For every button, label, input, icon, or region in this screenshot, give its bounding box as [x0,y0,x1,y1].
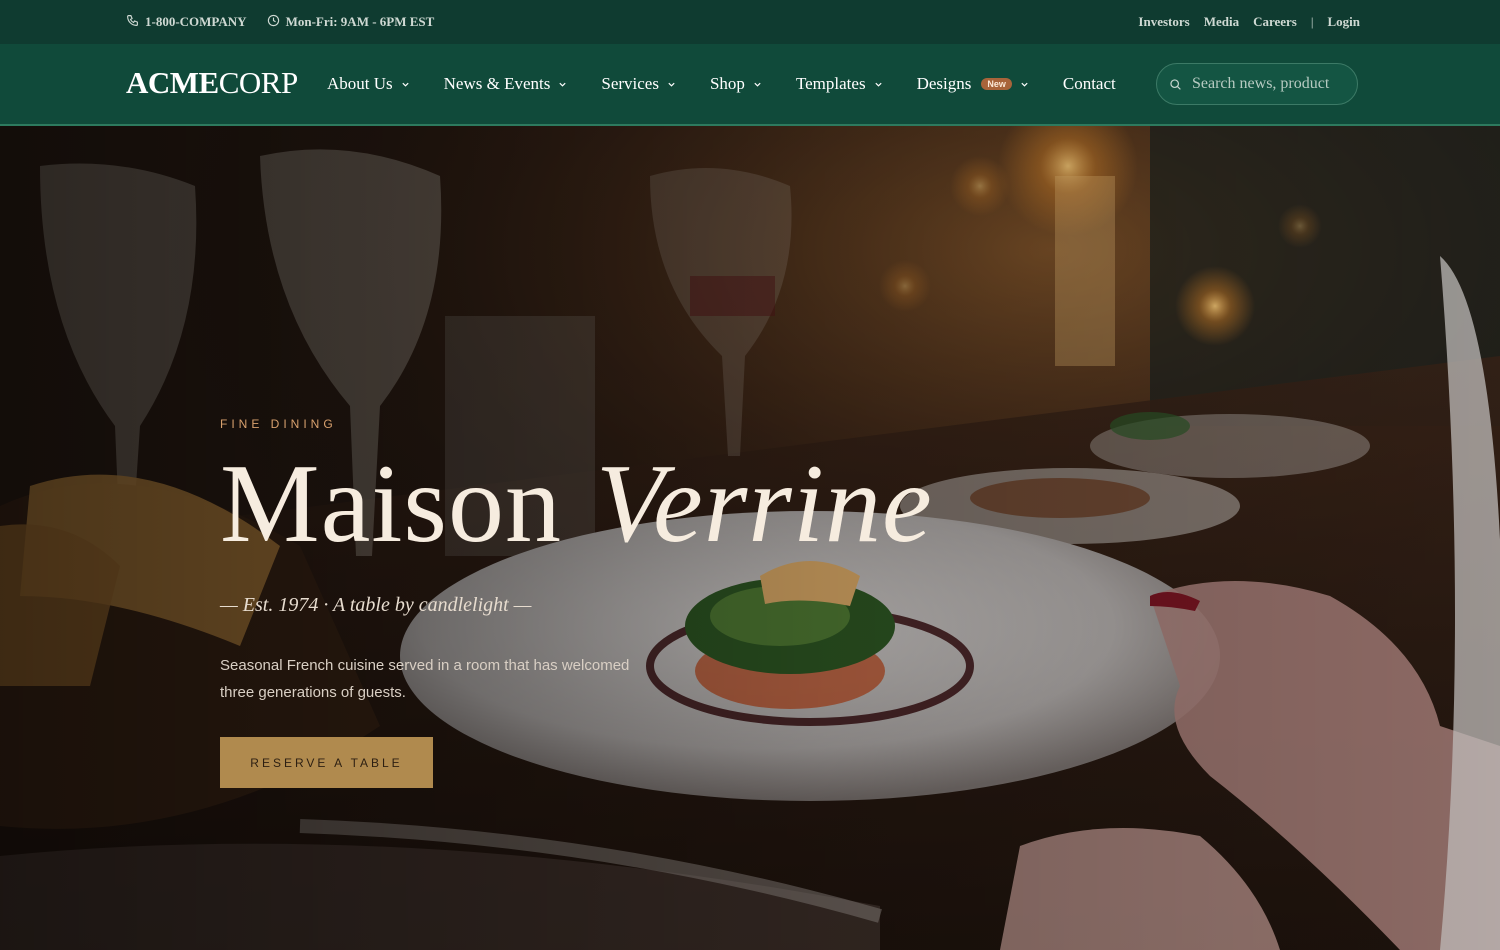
business-hours: Mon-Fri: 9AM - 6PM EST [285,14,435,29]
nav-item-label: Shop [709,74,745,93]
nav-item-news-events[interactable]: News & Events [444,74,568,94]
hours-info: Mon-Fri: 9AM - 6PM EST [267,14,435,31]
nav-item-templates[interactable]: Templates [796,74,883,94]
nav-item-about-us[interactable]: About Us [327,74,410,94]
hero-description: Seasonal French cuisine served in a room… [220,657,630,701]
chevron-down-icon [402,82,409,87]
chevron-down-icon [754,82,761,87]
logo-word-bold: ACME [126,65,219,100]
chevron-down-icon [874,82,882,87]
title-italic: Verrine [596,442,933,566]
investors-link[interactable]: Investors [1138,14,1189,30]
nav-item-label: Templates [795,74,866,93]
contact-info: 1-800-COMPANY Mon-Fri: 9AM - 6PM EST [126,0,434,44]
nav-item-contact[interactable]: Contact [1063,74,1116,94]
nav-item-label: Contact [1062,74,1116,93]
nav-item-shop[interactable]: Shop [710,74,762,94]
chevron-down-icon [668,82,675,87]
top-utility-bar: 1-800-COMPANY Mon-Fri: 9AM - 6PM EST Inv… [0,0,1500,44]
search-box[interactable] [1156,63,1358,105]
nav-item-label: News & Events [443,74,551,93]
hero-eyebrow: FINE DINING [220,417,337,431]
reserve-table-button[interactable]: RESERVE A TABLE [220,737,433,788]
company-logo[interactable]: ACMECORP [126,65,298,101]
logo-word-regular: CORP [218,65,298,100]
hero-title: Maison Verrine [220,448,933,560]
nav-item-label: About Us [327,74,393,93]
login-link[interactable]: Login [1327,14,1360,30]
clock-icon [267,14,280,31]
title-regular: Maison [220,442,562,566]
careers-link[interactable]: Careers [1253,14,1297,30]
link-separator: | [1310,14,1314,29]
phone-info[interactable]: 1-800-COMPANY [126,14,247,31]
nav-menu: About Us News & Events Services Shop Tem… [327,44,1116,124]
hero-section: FINE DINING Maison Verrine — Est. 1974 · … [0,126,1500,950]
chevron-down-icon [1021,82,1028,87]
chevron-down-icon [559,82,566,87]
search-icon [1170,78,1181,90]
utility-links: Investors Media Careers | Login [1138,0,1360,44]
nav-item-label: Services [601,74,659,93]
hero-tagline: — Est. 1974 · A table by candlelight — [220,594,532,616]
search-input[interactable] [1192,75,1342,93]
phone-number: 1-800-COMPANY [145,14,247,29]
phone-icon [126,14,139,31]
nav-item-label: Designs [916,74,972,93]
nav-item-services[interactable]: Services [601,74,676,94]
main-navigation: ACMECORP About Us News & Events Services… [0,44,1500,126]
nav-item-designs[interactable]: Designs New [917,74,1029,94]
hero-content: FINE DINING Maison Verrine — Est. 1974 · … [220,126,1020,950]
media-link[interactable]: Media [1204,14,1239,30]
new-badge: New [981,78,1012,90]
